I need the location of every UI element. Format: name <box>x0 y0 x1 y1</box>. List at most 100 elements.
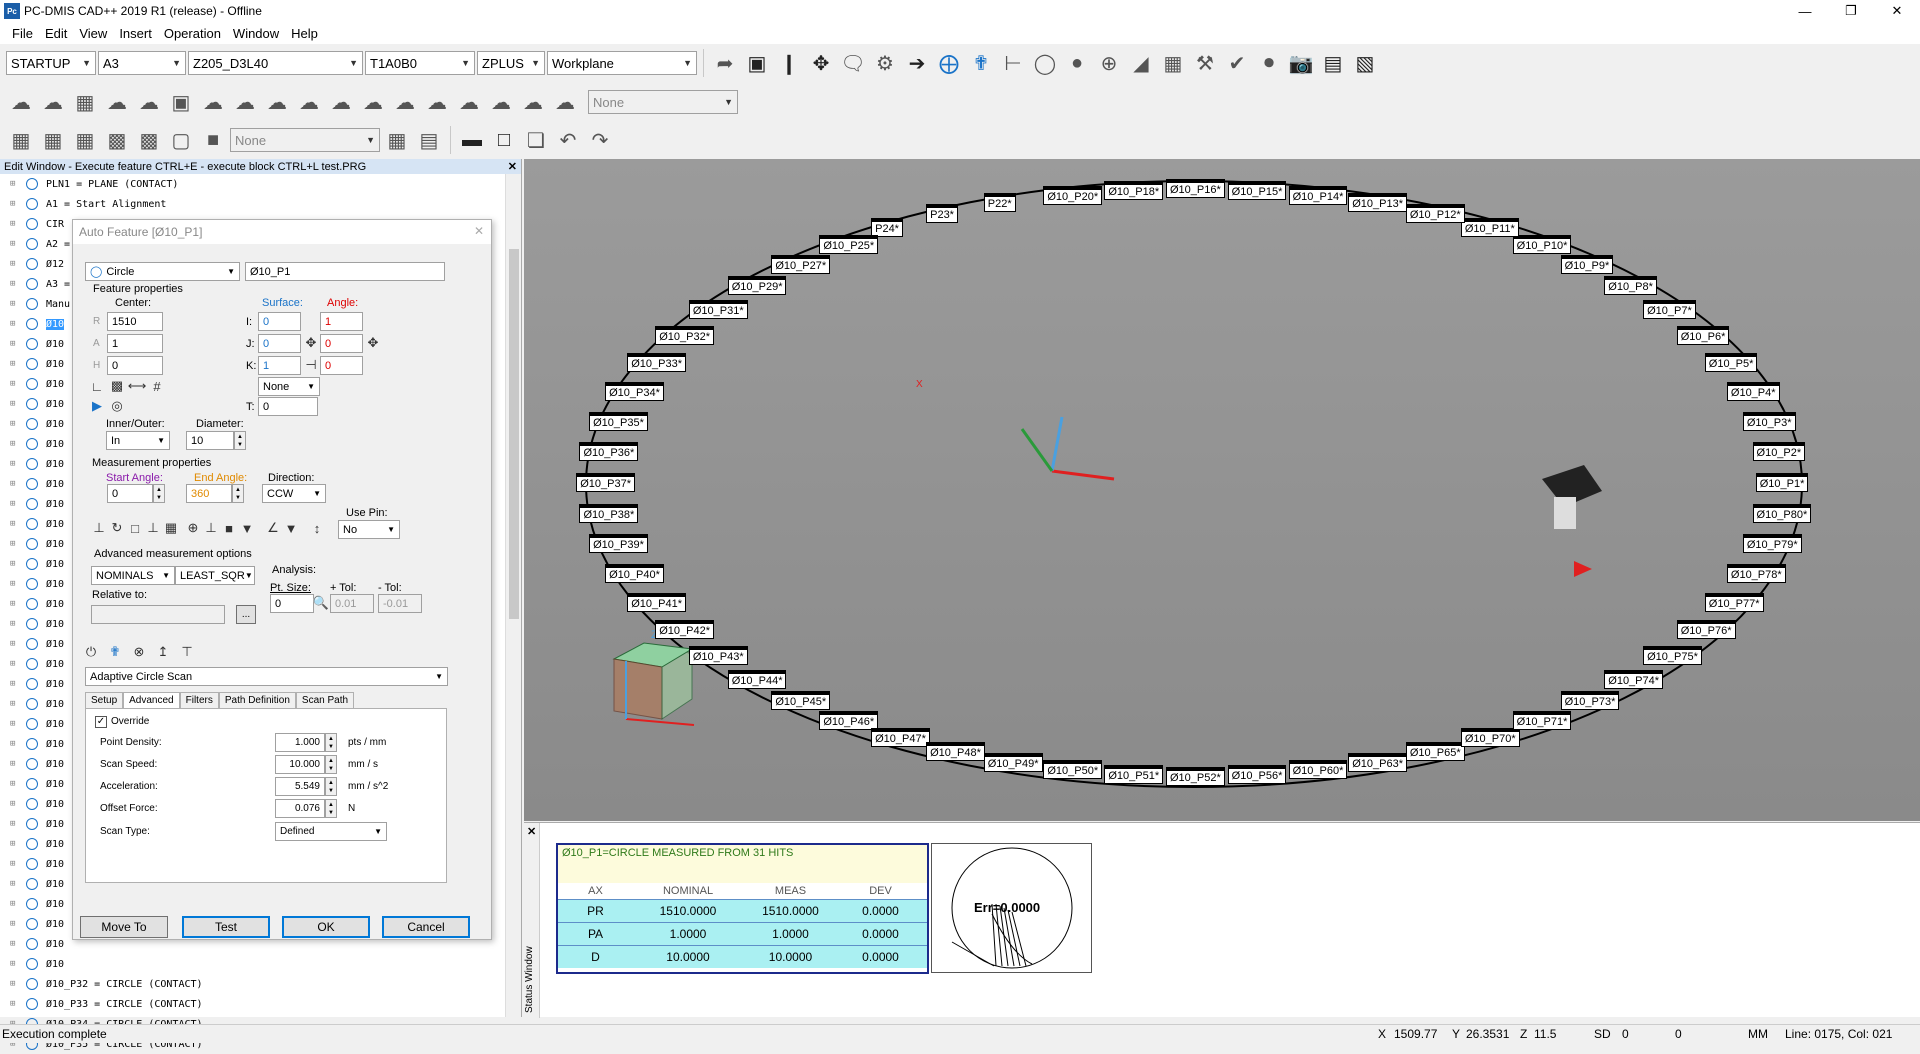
surface-k-input[interactable]: 1 <box>258 356 301 375</box>
point-label[interactable]: Ø10_P71* <box>1512 713 1572 730</box>
flip-angle-icon[interactable]: ✥ <box>364 334 382 352</box>
cloud-clean-icon[interactable]: ☁ <box>422 87 452 117</box>
point-label[interactable]: Ø10_P18* <box>1104 183 1164 200</box>
point-label[interactable]: Ø10_P14* <box>1288 188 1348 205</box>
point-label[interactable]: Ø10_P36* <box>579 445 639 462</box>
view-select[interactable]: ZPLUS ▼ <box>477 51 545 75</box>
move-icon[interactable]: ⊥ <box>144 519 162 537</box>
mesh-frame-icon[interactable]: ▢ <box>166 125 196 155</box>
expand-icon[interactable]: ⊞ <box>10 479 20 489</box>
point-label[interactable]: Ø10_P44* <box>727 672 787 689</box>
pt-size-search-icon[interactable]: 🔍 <box>312 594 330 612</box>
hash-icon[interactable]: # <box>148 377 166 395</box>
point-label[interactable]: Ø10_P1* <box>1755 476 1809 492</box>
auto-wrist-icon[interactable]: ↻ <box>108 519 126 537</box>
vertical-icon[interactable]: ↕ <box>308 519 326 537</box>
depth-icon[interactable]: ⊥ <box>202 519 220 537</box>
point-label[interactable]: Ø10_P7* <box>1643 303 1696 320</box>
point-label[interactable]: Ø10_P45* <box>771 694 831 711</box>
cloud-fit-icon[interactable]: ☁ <box>550 87 580 117</box>
play-icon[interactable]: ▶ <box>88 397 106 415</box>
upload-icon[interactable]: ↥ <box>154 643 172 661</box>
point-label[interactable]: Ø10_P60* <box>1288 763 1348 780</box>
expand-icon[interactable]: ⊞ <box>10 559 20 569</box>
expand-icon[interactable]: ⊞ <box>10 739 20 749</box>
expand-icon[interactable]: ⊞ <box>10 399 20 409</box>
expand-icon[interactable]: ⊞ <box>10 459 20 469</box>
target-icon[interactable]: ⊕ <box>1094 48 1124 78</box>
comment-icon[interactable]: 🗨 <box>838 48 868 78</box>
window-icon[interactable]: ❏ <box>521 125 551 155</box>
list-item[interactable]: ⊞ PLN1 = PLANE (CONTACT) <box>0 174 505 194</box>
ok-button[interactable]: OK <box>282 916 370 938</box>
menu-edit[interactable]: Edit <box>39 26 73 41</box>
redo-view-icon[interactable]: ↷ <box>585 125 615 155</box>
mesh-fill-icon[interactable]: ▩ <box>102 125 132 155</box>
tool-icon[interactable]: ⚒ <box>1190 48 1220 78</box>
expand-icon[interactable]: ⊞ <box>10 959 20 969</box>
point-density-spinner[interactable]: ▲ ▼ <box>325 733 337 752</box>
cube-view-icon[interactable]: ▣ <box>742 48 772 78</box>
point-label[interactable]: Ø10_P29* <box>727 279 787 296</box>
record-icon[interactable]: ⏺ <box>1254 48 1284 78</box>
crosshair-icon[interactable]: ⨁ <box>934 48 964 78</box>
tip-select[interactable]: T1A0B0 ▼ <box>365 51 475 75</box>
cloud-align-icon[interactable]: ☁ <box>294 87 324 117</box>
point-label[interactable]: Ø10_P65* <box>1405 744 1465 761</box>
move-icon[interactable]: ✥ <box>806 48 836 78</box>
width-icon[interactable]: ⟷ <box>128 377 147 395</box>
expand-icon[interactable]: ⊞ <box>10 999 20 1009</box>
expand-icon[interactable]: ⊞ <box>10 879 20 889</box>
tip-set-select[interactable]: A3 ▼ <box>98 51 186 75</box>
power-icon[interactable]: ⏻ <box>82 643 100 661</box>
rotate-probe-icon[interactable]: ➦ <box>710 48 740 78</box>
point-label[interactable]: Ø10_P9* <box>1560 257 1614 274</box>
circle-icon[interactable]: ◯ <box>1030 48 1060 78</box>
point-label[interactable]: Ø10_P11* <box>1460 221 1519 238</box>
angle-i-input[interactable]: 1 <box>320 312 363 331</box>
cloud-section-icon[interactable]: ☁ <box>390 87 420 117</box>
expand-icon[interactable]: ⊞ <box>10 899 20 909</box>
edit-window-scrollbar[interactable] <box>505 174 521 1017</box>
acceleration-spinner[interactable]: ▲ ▼ <box>325 777 337 796</box>
menu-help[interactable]: Help <box>285 26 324 41</box>
least-sqr-select[interactable]: LEAST_SQR ▼ <box>175 566 255 585</box>
status-window-close-icon[interactable]: ✕ <box>527 825 536 838</box>
expand-icon[interactable]: ⊞ <box>10 619 20 629</box>
list-item[interactable]: ⊞ Ø10_P33 = CIRCLE (CONTACT) <box>0 994 505 1014</box>
center-h-input[interactable]: 0 <box>107 356 163 375</box>
point-label[interactable]: Ø10_P46* <box>819 713 879 730</box>
point-label[interactable]: Ø10_P77* <box>1704 595 1764 612</box>
chart-view-icon[interactable]: ▧ <box>1350 48 1380 78</box>
sample-hits-icon[interactable]: ⊥ <box>90 519 108 537</box>
point-label[interactable]: Ø10_P79* <box>1742 537 1802 554</box>
point-label[interactable]: Ø10_P15* <box>1227 183 1287 200</box>
expand-icon[interactable]: ⊞ <box>10 519 20 529</box>
point-label[interactable]: Ø10_P6* <box>1676 329 1730 346</box>
point-label[interactable]: Ø10_P70* <box>1460 730 1520 747</box>
expand-icon[interactable]: ⊞ <box>10 679 20 689</box>
mesh-settings-icon[interactable]: ▦ <box>38 125 68 155</box>
scan-speed-spinner[interactable]: ▲ ▼ <box>325 755 337 774</box>
expand-icon[interactable]: ⊞ <box>10 499 20 509</box>
show-hits-icon[interactable]: ▦ <box>162 519 180 537</box>
end-angle-spinner[interactable]: ▲ ▼ <box>232 484 244 503</box>
point-label[interactable]: Ø10_P33* <box>627 356 686 373</box>
none-select[interactable]: None ▼ <box>258 377 320 396</box>
cloud-settings-icon[interactable]: ☁ <box>38 87 68 117</box>
cloud-scan-icon[interactable]: ☁ <box>102 87 132 117</box>
cloud-grid-icon[interactable]: ▦ <box>70 87 100 117</box>
expand-icon[interactable]: ⊞ <box>10 759 20 769</box>
scan-speed-input[interactable]: 10.000 <box>275 755 325 774</box>
target-pt-icon[interactable]: ⊕ <box>184 519 202 537</box>
cloud-point-icon[interactable]: ☁ <box>134 87 164 117</box>
cloud-icon[interactable]: ☁ <box>6 87 36 117</box>
pt-size-input[interactable]: 0 <box>270 594 314 613</box>
tab-advanced[interactable]: Advanced <box>123 692 180 708</box>
expand-icon[interactable]: ⊞ <box>10 179 20 189</box>
point-label[interactable]: Ø10_P4* <box>1726 385 1780 402</box>
find-hole-icon[interactable]: ▩ <box>108 377 126 395</box>
flip-icon[interactable]: ✥ <box>302 334 320 352</box>
point-label[interactable]: Ø10_P2* <box>1752 445 1806 462</box>
expand-icon[interactable]: ⊞ <box>10 339 20 349</box>
